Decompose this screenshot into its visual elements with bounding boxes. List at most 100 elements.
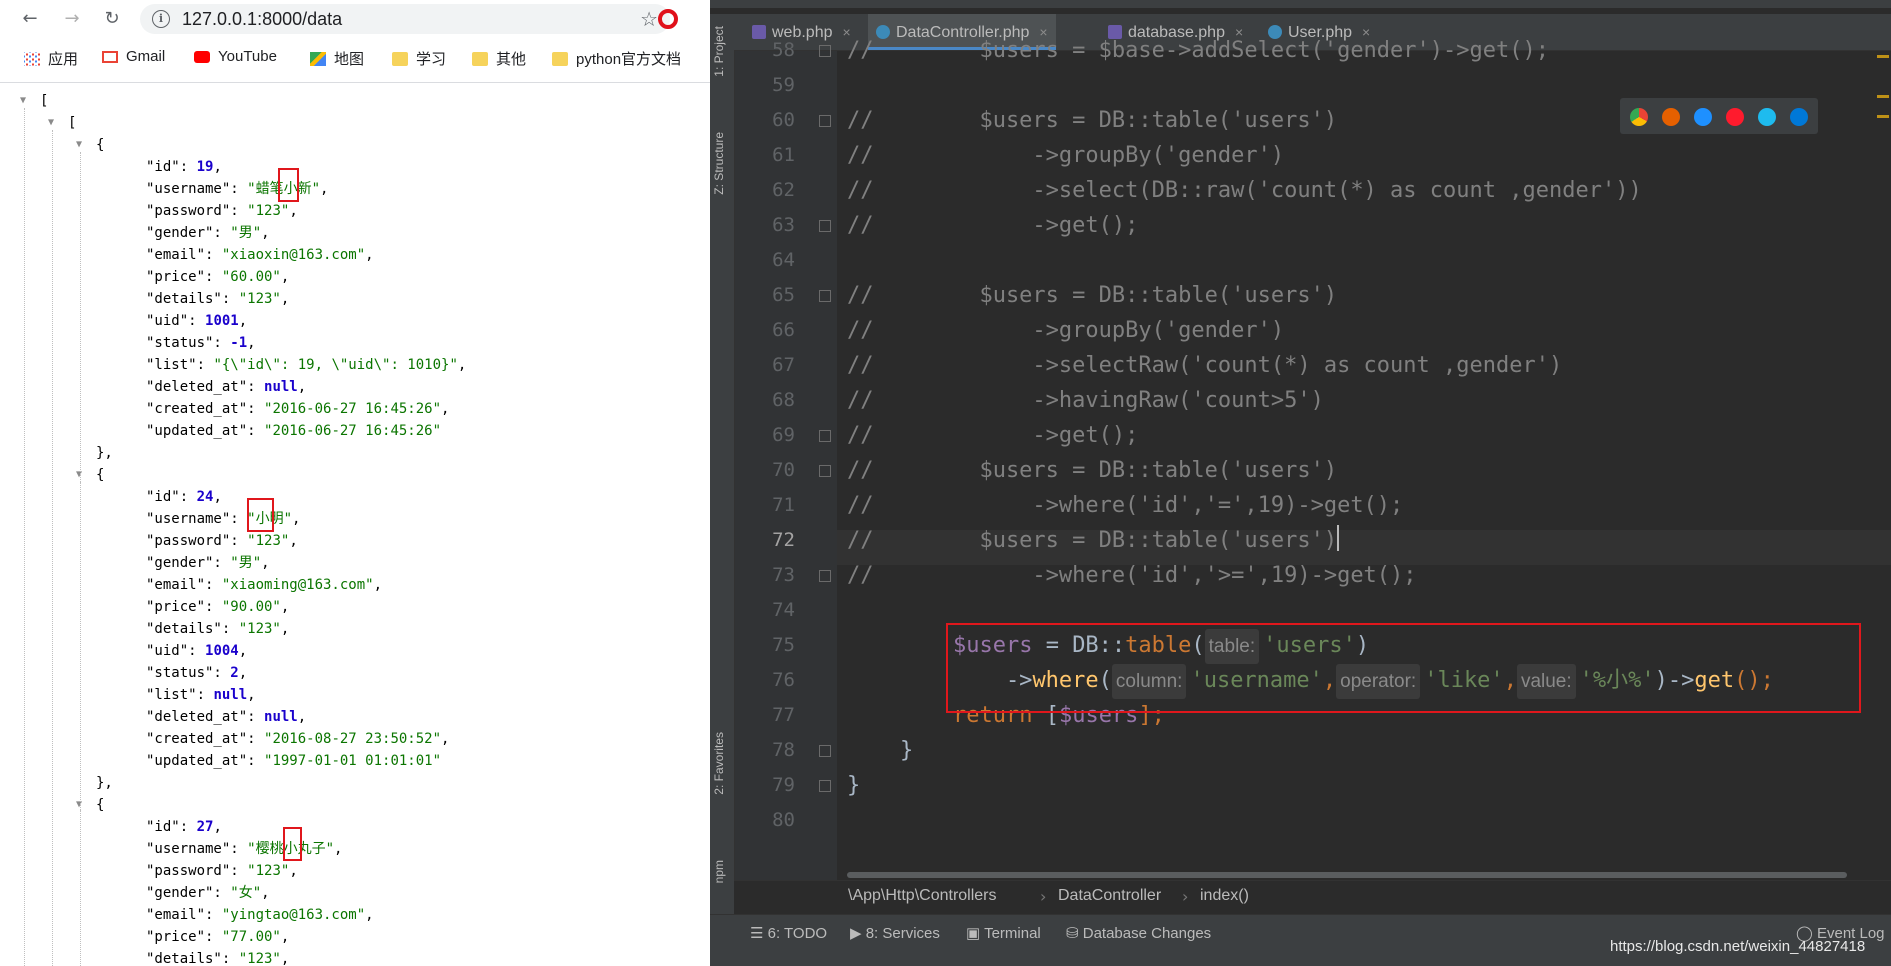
horizontal-scrollbar[interactable] [837, 870, 1891, 880]
favorites-tool-label[interactable]: 2: Favorites [712, 732, 726, 795]
json-token: "password": [146, 533, 248, 549]
fold-marker-icon[interactable] [819, 465, 831, 477]
code-line[interactable]: // $users = DB::table('users') [847, 453, 1337, 488]
bookmark-star-icon[interactable]: ☆ [640, 7, 658, 31]
opera-extension-icon[interactable] [658, 9, 678, 29]
fold-marker-icon[interactable] [819, 115, 831, 127]
json-token: "deleted_at": [146, 709, 265, 725]
fold-marker-icon[interactable] [819, 570, 831, 582]
code-line[interactable]: // $users = $base->addSelect('gender')->… [847, 33, 1549, 68]
browser-toolbar: ← → ↻ i 127.0.0.1:8000/data ☆ [0, 0, 710, 38]
json-line: [ [40, 92, 48, 110]
stripe-mark[interactable] [1877, 95, 1889, 98]
forward-arrow-icon[interactable]: → [60, 7, 84, 31]
json-token: , [289, 863, 298, 879]
stripe-mark[interactable] [1877, 55, 1889, 58]
code-line[interactable]: // $users = DB::table('users') [847, 523, 1340, 558]
fold-marker-icon[interactable] [819, 430, 831, 442]
code-line[interactable]: // ->groupBy('gender') [847, 138, 1284, 173]
folder-icon [392, 52, 408, 66]
json-line: "username": "樱桃小丸子", [146, 840, 342, 858]
project-tool-label[interactable]: 1: Project [712, 26, 726, 77]
todo-tool-button[interactable]: ☰ 6: TODO [750, 924, 827, 942]
firefox-icon[interactable] [1662, 108, 1680, 126]
code-line[interactable]: // ->havingRaw('count>5') [847, 383, 1324, 418]
indent-guide [80, 152, 81, 482]
json-token: , [320, 181, 329, 197]
json-line: "gender": "女", [146, 884, 270, 902]
url-text[interactable]: 127.0.0.1:8000/data [182, 9, 342, 30]
safari-icon[interactable] [1694, 108, 1712, 126]
json-token: "email": [146, 577, 222, 593]
code-editor[interactable]: // $users = $base->addSelect('gender')->… [837, 38, 1891, 881]
info-icon[interactable]: i [152, 10, 170, 28]
json-token: [ [40, 93, 49, 109]
reload-icon[interactable]: ↻ [100, 7, 124, 31]
fold-marker-icon[interactable] [819, 45, 831, 57]
json-token: "created_at": [146, 401, 265, 417]
code-line[interactable]: // ->selectRaw('count(*) as count ,gende… [847, 348, 1562, 383]
bookmark-youtube[interactable]: YouTube [194, 48, 277, 65]
bookmark-folder-study[interactable]: 学习 [392, 48, 446, 69]
fold-marker-icon[interactable] [819, 220, 831, 232]
stripe-mark[interactable] [1877, 115, 1889, 118]
fold-marker-icon[interactable] [819, 780, 831, 792]
line-number: 71 [772, 494, 795, 516]
code-line[interactable]: } [847, 733, 913, 768]
services-tool-button[interactable]: ▶ 8: Services [850, 924, 940, 942]
code-line[interactable]: } [847, 768, 860, 803]
code-token: // ->get(); [847, 213, 1139, 238]
json-line: { [96, 136, 104, 154]
scroll-thumb[interactable] [847, 872, 1847, 878]
json-token: "男" [230, 555, 262, 571]
breadcrumb-class[interactable]: DataController [1058, 887, 1161, 905]
code-line[interactable]: // ->get(); [847, 208, 1138, 243]
fold-marker-icon[interactable] [819, 745, 831, 757]
json-token: , [261, 555, 270, 571]
json-token: , [280, 929, 290, 945]
terminal-tool-button[interactable]: ▣ Terminal [966, 924, 1041, 942]
structure-tool-label[interactable]: Z: Structure [712, 132, 726, 195]
json-token: 1001 [205, 313, 239, 329]
line-number: 65 [772, 284, 795, 306]
json-token: "updated_at": [146, 423, 265, 439]
json-token: , [441, 731, 450, 747]
code-line[interactable]: // $users = DB::table('users') [847, 103, 1337, 138]
json-token: , [280, 599, 290, 615]
bookmark-folder-other[interactable]: 其他 [472, 48, 526, 69]
code-token: // ->select(DB::raw('count(*) as count ,… [847, 178, 1642, 203]
json-token: "1997-01-01 01:01:01" [264, 753, 442, 769]
bookmark-maps[interactable]: 地图 [310, 48, 364, 69]
breadcrumb-method[interactable]: index() [1200, 887, 1249, 905]
edge-icon[interactable] [1790, 108, 1808, 126]
code-line[interactable]: // $users = DB::table('users') [847, 278, 1337, 313]
chrome-icon[interactable] [1630, 108, 1648, 126]
ie-icon[interactable] [1758, 108, 1776, 126]
opera-icon[interactable] [1726, 108, 1744, 126]
code-line[interactable]: // ->groupBy('gender') [847, 313, 1284, 348]
breadcrumb-namespace[interactable]: \App\Http\Controllers [848, 887, 997, 905]
json-line: "email": "yingtao@163.com", [146, 906, 374, 924]
code-line[interactable]: // ->select(DB::raw('count(*) as count ,… [847, 173, 1642, 208]
database-changes-tool-button[interactable]: ⛁ Database Changes [1066, 924, 1211, 942]
back-arrow-icon[interactable]: ← [18, 7, 42, 31]
code-line[interactable]: // ->where('id','=',19)->get(); [847, 488, 1403, 523]
code-token: // ->groupBy('gender') [847, 318, 1285, 343]
json-token: }, [96, 775, 113, 791]
json-line: "price": "90.00", [146, 598, 289, 616]
fold-marker-icon[interactable] [819, 290, 831, 302]
bookmark-folder-python-docs[interactable]: python官方文档 [552, 48, 681, 69]
json-token: , [280, 291, 290, 307]
bookmark-gmail[interactable]: Gmail [102, 48, 165, 65]
address-bar[interactable]: i 127.0.0.1:8000/data ☆ [140, 4, 670, 34]
bookmark-label: 地图 [334, 51, 365, 68]
code-line[interactable]: // ->get(); [847, 418, 1138, 453]
line-number: 61 [772, 144, 795, 166]
json-token: -1 [230, 335, 248, 351]
bookmark-apps[interactable]: 应用 [24, 48, 78, 69]
json-token: , [280, 951, 290, 966]
json-line: [ [68, 114, 76, 132]
json-line: }, [96, 774, 113, 792]
npm-tool-label[interactable]: npm [712, 860, 726, 883]
code-line[interactable]: // ->where('id','>=',19)->get(); [847, 558, 1417, 593]
